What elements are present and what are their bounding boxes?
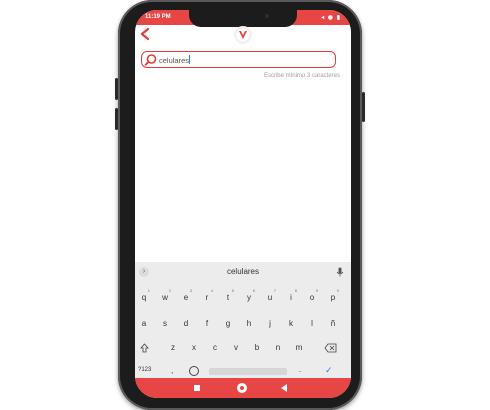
microphone-icon[interactable] <box>336 267 344 277</box>
period-key[interactable]: . <box>299 365 301 374</box>
search-input[interactable]: celulares <box>159 55 191 65</box>
status-time: 11:19 PM <box>145 14 171 20</box>
key-b[interactable]: b <box>250 343 264 352</box>
emoji-icon[interactable] <box>189 366 199 376</box>
key-x[interactable]: x <box>187 343 201 352</box>
key-q[interactable]: 1q <box>137 288 151 302</box>
key-y[interactable]: 6y <box>242 288 256 302</box>
phone-screen: 11:19 PM ◂ ◉ ▮ celulares Escribe mínimo … <box>135 10 351 398</box>
status-icons: ◂ ◉ ▮ <box>321 15 341 21</box>
key-s[interactable]: s <box>158 319 172 328</box>
key-k[interactable]: k <box>284 319 298 328</box>
key-o[interactable]: 9o <box>305 288 319 302</box>
text-caret <box>189 55 191 64</box>
key-l[interactable]: l <box>305 319 319 328</box>
key-g[interactable]: g <box>221 319 235 328</box>
backspace-icon[interactable] <box>324 343 337 353</box>
chevron-left-icon[interactable] <box>138 27 152 41</box>
key-w[interactable]: 2w <box>158 288 172 302</box>
shift-icon[interactable] <box>140 343 149 353</box>
search-icon <box>144 54 157 66</box>
phone-side-button <box>115 78 118 100</box>
key-j[interactable]: j <box>263 319 277 328</box>
camera-icon <box>265 14 269 18</box>
key-a[interactable]: a <box>137 319 151 328</box>
key-i[interactable]: 8i <box>284 288 298 302</box>
search-box[interactable]: celulares <box>141 51 336 68</box>
key-d[interactable]: d <box>179 319 193 328</box>
phone-notch <box>189 10 297 27</box>
enter-key[interactable]: ✓ <box>325 365 333 376</box>
key-p[interactable]: 0p <box>326 288 340 302</box>
navigation-bar <box>135 378 351 398</box>
key-f[interactable]: f <box>200 319 214 328</box>
suggestion-word[interactable]: celulares <box>135 267 351 276</box>
key-m[interactable]: m <box>292 343 306 352</box>
back-triangle-icon[interactable] <box>281 384 287 392</box>
key-n[interactable]: n <box>271 343 285 352</box>
key-c[interactable]: c <box>208 343 222 352</box>
suggestion-bar: › celulares <box>135 262 351 282</box>
key-u[interactable]: 7u <box>263 288 277 302</box>
key-n-tilde[interactable]: ñ <box>326 319 340 328</box>
comma-key[interactable]: , <box>171 366 173 375</box>
key-r[interactable]: 4r <box>200 288 214 302</box>
soft-keyboard: › celulares 1q 2w 3e 4r 5t 6y 7u 8i 9o 0… <box>135 262 351 378</box>
phone-side-button <box>115 108 118 130</box>
brand-logo-icon <box>235 27 251 43</box>
recents-icon[interactable] <box>194 385 200 391</box>
numbers-key[interactable]: ?123 <box>138 367 151 373</box>
key-z[interactable]: z <box>166 343 180 352</box>
key-t[interactable]: 5t <box>221 288 235 302</box>
space-bar[interactable] <box>209 368 287 375</box>
key-e[interactable]: 3e <box>179 288 193 302</box>
search-hint: Escribe mínimo 3 caracteres <box>263 73 340 79</box>
key-h[interactable]: h <box>242 319 256 328</box>
key-v[interactable]: v <box>229 343 243 352</box>
phone-side-button <box>362 92 365 122</box>
home-icon[interactable] <box>237 383 247 393</box>
